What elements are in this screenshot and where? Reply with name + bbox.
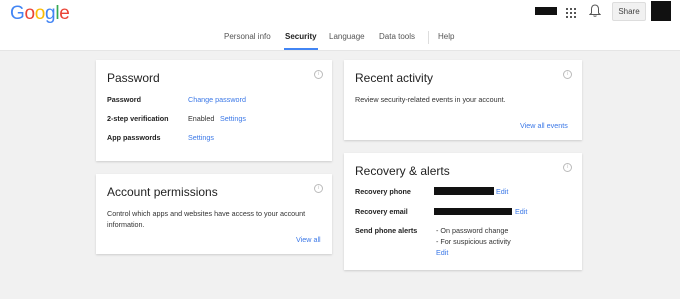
active-tab-indicator (284, 48, 318, 50)
two-step-status: Enabled (188, 114, 215, 123)
password-card: Password i Password Change password 2-st… (96, 60, 332, 161)
alert-option: - For suspicious activity (436, 237, 511, 246)
view-all-events-link[interactable]: View all events (520, 121, 568, 130)
tab-security[interactable]: Security (285, 32, 317, 41)
card-title: Account permissions (107, 185, 218, 199)
tab-nav: Personal info Security Language Data too… (0, 24, 680, 50)
card-title: Recovery & alerts (355, 164, 450, 178)
recent-activity-card: Recent activity i Review security-relate… (344, 60, 582, 140)
send-phone-alerts-label: Send phone alerts (355, 226, 418, 235)
recovery-phone-label: Recovery phone (355, 187, 411, 196)
avatar[interactable] (651, 1, 671, 21)
activity-description: Review security-related events in your a… (355, 95, 506, 104)
info-icon[interactable]: i (563, 70, 572, 79)
app-passwords-label: App passwords (107, 133, 161, 142)
top-bar: Google Share Personal info Security Lang… (0, 0, 680, 51)
redacted-phone (434, 187, 494, 195)
redacted-username[interactable] (535, 7, 557, 15)
app-passwords-settings-link[interactable]: Settings (188, 133, 214, 142)
recovery-email-label: Recovery email (355, 207, 408, 216)
view-all-permissions-link[interactable]: View all (296, 235, 321, 244)
tab-help[interactable]: Help (438, 32, 454, 41)
tab-data-tools[interactable]: Data tools (379, 32, 415, 41)
card-title: Recent activity (355, 71, 434, 85)
info-icon[interactable]: i (314, 70, 323, 79)
edit-recovery-phone-link[interactable]: Edit (496, 187, 508, 196)
edit-phone-alerts-link[interactable]: Edit (436, 248, 448, 257)
redacted-email (434, 208, 512, 215)
apps-grid-icon[interactable] (566, 8, 576, 18)
logo-letter: g (45, 3, 56, 24)
alert-option: - On password change (436, 226, 509, 235)
logo-letter: o (24, 3, 35, 24)
logo-letter: o (34, 3, 46, 24)
card-title: Password (107, 71, 160, 85)
password-label: Password (107, 95, 141, 104)
two-step-verification-label: 2-step verification (107, 114, 169, 123)
google-logo[interactable]: Google (10, 3, 70, 25)
tab-language[interactable]: Language (329, 32, 365, 41)
share-button[interactable]: Share (612, 2, 646, 21)
tab-personal-info[interactable]: Personal info (224, 32, 271, 41)
edit-recovery-email-link[interactable]: Edit (515, 207, 527, 216)
logo-letter: e (59, 3, 70, 24)
nav-divider (428, 31, 429, 44)
permissions-description: Control which apps and websites have acc… (107, 209, 306, 229)
info-icon[interactable]: i (314, 184, 323, 193)
recovery-alerts-card: Recovery & alerts i Recovery phone Edit … (344, 153, 582, 270)
two-step-settings-link[interactable]: Settings (220, 114, 246, 123)
notifications-bell-icon[interactable] (589, 4, 601, 18)
account-permissions-card: Account permissions i Control which apps… (96, 174, 332, 254)
change-password-link[interactable]: Change password (188, 95, 246, 104)
logo-letter: G (10, 3, 25, 24)
info-icon[interactable]: i (563, 163, 572, 172)
